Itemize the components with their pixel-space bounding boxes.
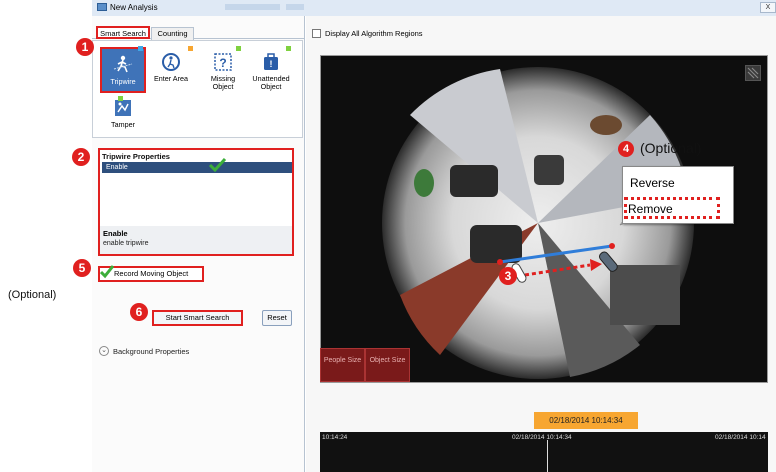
step-badge-6: 6 <box>130 303 148 321</box>
status-indicator <box>188 46 193 51</box>
algorithm-tripwire[interactable]: Tripwire <box>100 47 146 93</box>
title-bar <box>92 0 776 16</box>
property-description-title: Enable <box>103 229 128 238</box>
tab-smart-search[interactable]: Smart Search <box>96 26 150 39</box>
step-badge-5: 5 <box>73 259 91 277</box>
tamper-icon <box>112 98 134 118</box>
optional-note: (Optional) <box>640 140 702 156</box>
people-size-button[interactable]: People Size <box>320 348 365 382</box>
algorithm-enter-area[interactable]: Enter Area <box>148 52 194 83</box>
page: New Analysis X Smart Search Counting Tri… <box>0 0 776 472</box>
algorithm-label: Object <box>212 82 234 91</box>
status-indicator <box>118 96 123 101</box>
record-moving-object-label: Record Moving Object <box>114 269 189 278</box>
timeline-label: 10:14:24 <box>322 434 348 441</box>
tab-counting[interactable]: Counting <box>151 27 194 40</box>
status-indicator <box>236 46 241 51</box>
algorithm-unattended-object[interactable]: ! Unattended Object <box>248 52 294 91</box>
timeline-cursor[interactable] <box>547 440 548 472</box>
property-row-enable[interactable] <box>102 162 292 173</box>
algorithm-label: Tamper <box>111 120 135 129</box>
step-badge-2: 2 <box>72 148 90 166</box>
unattended-object-icon: ! <box>260 52 282 72</box>
checkmark-icon[interactable] <box>208 157 227 173</box>
current-timestamp: 02/18/2014 10:14:34 <box>534 412 638 429</box>
enter-area-icon <box>160 52 182 72</box>
display-all-regions-checkbox[interactable] <box>312 29 321 38</box>
start-smart-search-button[interactable]: Start Smart Search <box>152 310 243 326</box>
step-badge-1: 1 <box>76 38 94 56</box>
algorithm-missing-object[interactable]: ? Missing Object <box>200 52 246 91</box>
algorithm-label: Enter Area <box>154 74 188 83</box>
object-size-button[interactable]: Object Size <box>365 348 410 382</box>
step-badge-4: 4 <box>618 141 634 157</box>
missing-object-icon: ? <box>212 52 234 72</box>
algorithm-label: Object <box>260 82 282 91</box>
checkmark-icon <box>99 265 115 279</box>
window-close-button[interactable]: X <box>760 2 776 13</box>
svg-text:?: ? <box>219 56 226 70</box>
tripwire-icon <box>112 55 134 75</box>
display-all-regions-label: Display All Algorithm Regions <box>325 29 423 38</box>
status-indicator <box>286 46 291 51</box>
algorithm-tamper[interactable]: Tamper <box>100 98 146 129</box>
properties-title: Tripwire Properties <box>102 152 170 161</box>
app-icon <box>97 3 107 11</box>
optional-note: (Optional) <box>8 289 57 301</box>
algorithm-label: Tripwire <box>110 77 136 86</box>
reset-button[interactable]: Reset <box>262 310 292 326</box>
title-bar-decoration <box>286 4 304 10</box>
chevron-down-icon[interactable]: ⌄ <box>99 346 109 356</box>
property-description-text: enable tripwire <box>103 240 149 247</box>
timeline-label: 02/18/2014 10:14 <box>715 434 766 441</box>
window-title: New Analysis <box>110 3 158 12</box>
background-properties-toggle[interactable]: Background Properties <box>113 347 189 356</box>
step-badge-3: 3 <box>499 267 517 285</box>
property-row-label: Enable <box>106 164 128 171</box>
title-bar-decoration <box>225 4 280 10</box>
timeline-label: 02/18/2014 10:14:34 <box>512 434 572 441</box>
context-menu-item-remove[interactable]: Remove <box>628 202 673 216</box>
svg-text:!: ! <box>270 59 273 69</box>
resize-icon[interactable] <box>745 65 761 81</box>
context-menu-item-reverse[interactable]: Reverse <box>630 176 675 190</box>
status-indicator <box>138 46 143 51</box>
